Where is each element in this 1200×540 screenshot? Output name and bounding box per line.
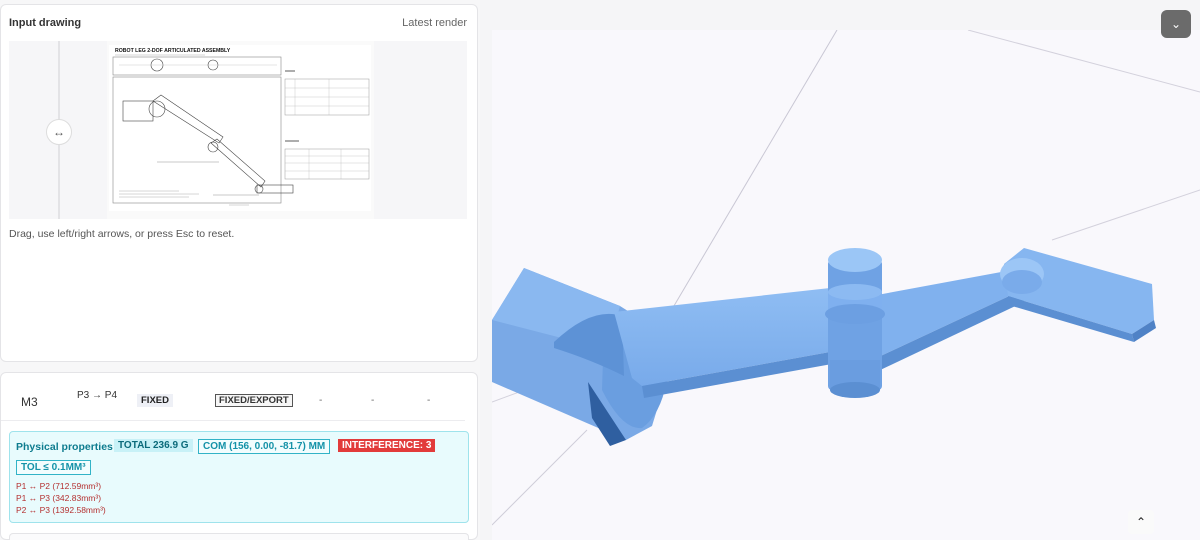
upper-link [614, 288, 854, 398]
mate-value: - [427, 395, 431, 406]
mate-path: P3 → P4 [77, 390, 118, 401]
3d-viewer[interactable] [492, 30, 1200, 540]
chevron-up-icon[interactable]: ⌃ [1128, 510, 1154, 534]
list-item: P2 ↔ P3 (1392.58mm³) [16, 505, 106, 515]
left-right-arrow-icon[interactable]: ↔ [46, 119, 72, 145]
drawing-title: ROBOT LEG 2-DOF ARTICULATED ASSEMBLY [115, 48, 231, 54]
interference-list: P1 ↔ P2 (712.59mm³) P1 ↔ P3 (342.83mm³) … [16, 480, 106, 516]
center-of-mass-badge: COM (156, 0.00, -81.7) MM [198, 439, 331, 454]
mate-value: - [371, 395, 375, 406]
knee-joint [825, 248, 885, 398]
mate-type-badge: FIXED [137, 394, 173, 407]
foot-link [1000, 248, 1156, 342]
list-item: P1 ↔ P2 (712.59mm³) [16, 481, 102, 491]
list-item: P1 ↔ P3 (342.83mm³) [16, 493, 102, 503]
total-mass-badge: TOTAL 236.9 G [114, 439, 193, 452]
input-drawing-image: ROBOT LEG 2-DOF ARTICULATED ASSEMBLY [109, 45, 371, 211]
mate-value: - [319, 395, 323, 406]
drawing-compare-slider[interactable]: ↔ ROBOT LEG 2-DOF ARTICULATED ASSEMBLY [9, 41, 467, 219]
input-drawing-title: Input drawing [9, 17, 82, 29]
mate-id: M3 [21, 395, 38, 409]
physical-properties-panel: Physical properties TOTAL 236.9 G COM (1… [9, 431, 469, 523]
physical-properties-title: Physical properties [16, 441, 113, 453]
mate-status-badge: FIXED/EXPORT [215, 394, 293, 407]
interference-badge: INTERFERENCE: 3 [338, 439, 436, 452]
row-divider [1, 420, 465, 421]
next-card-edge [9, 533, 469, 540]
input-drawing-card: Input drawing Latest render ↔ ROBOT LEG … [0, 4, 478, 362]
left-column: Input drawing Latest render ↔ ROBOT LEG … [0, 0, 480, 540]
chevron-down-icon[interactable]: ⌄ [1161, 10, 1191, 38]
mates-table-card: M3 P3 → P4 FIXED FIXED/EXPORT - - - Phys… [0, 372, 478, 540]
tolerance-badge: TOL ≤ 0.1MM³ [16, 460, 91, 475]
table-row[interactable]: M3 P3 → P4 FIXED FIXED/EXPORT - - - [1, 381, 479, 421]
render-pane-right [374, 41, 467, 219]
latest-render-label: Latest render [402, 17, 467, 29]
compare-hint: Drag, use left/right arrows, or press Es… [9, 228, 235, 240]
